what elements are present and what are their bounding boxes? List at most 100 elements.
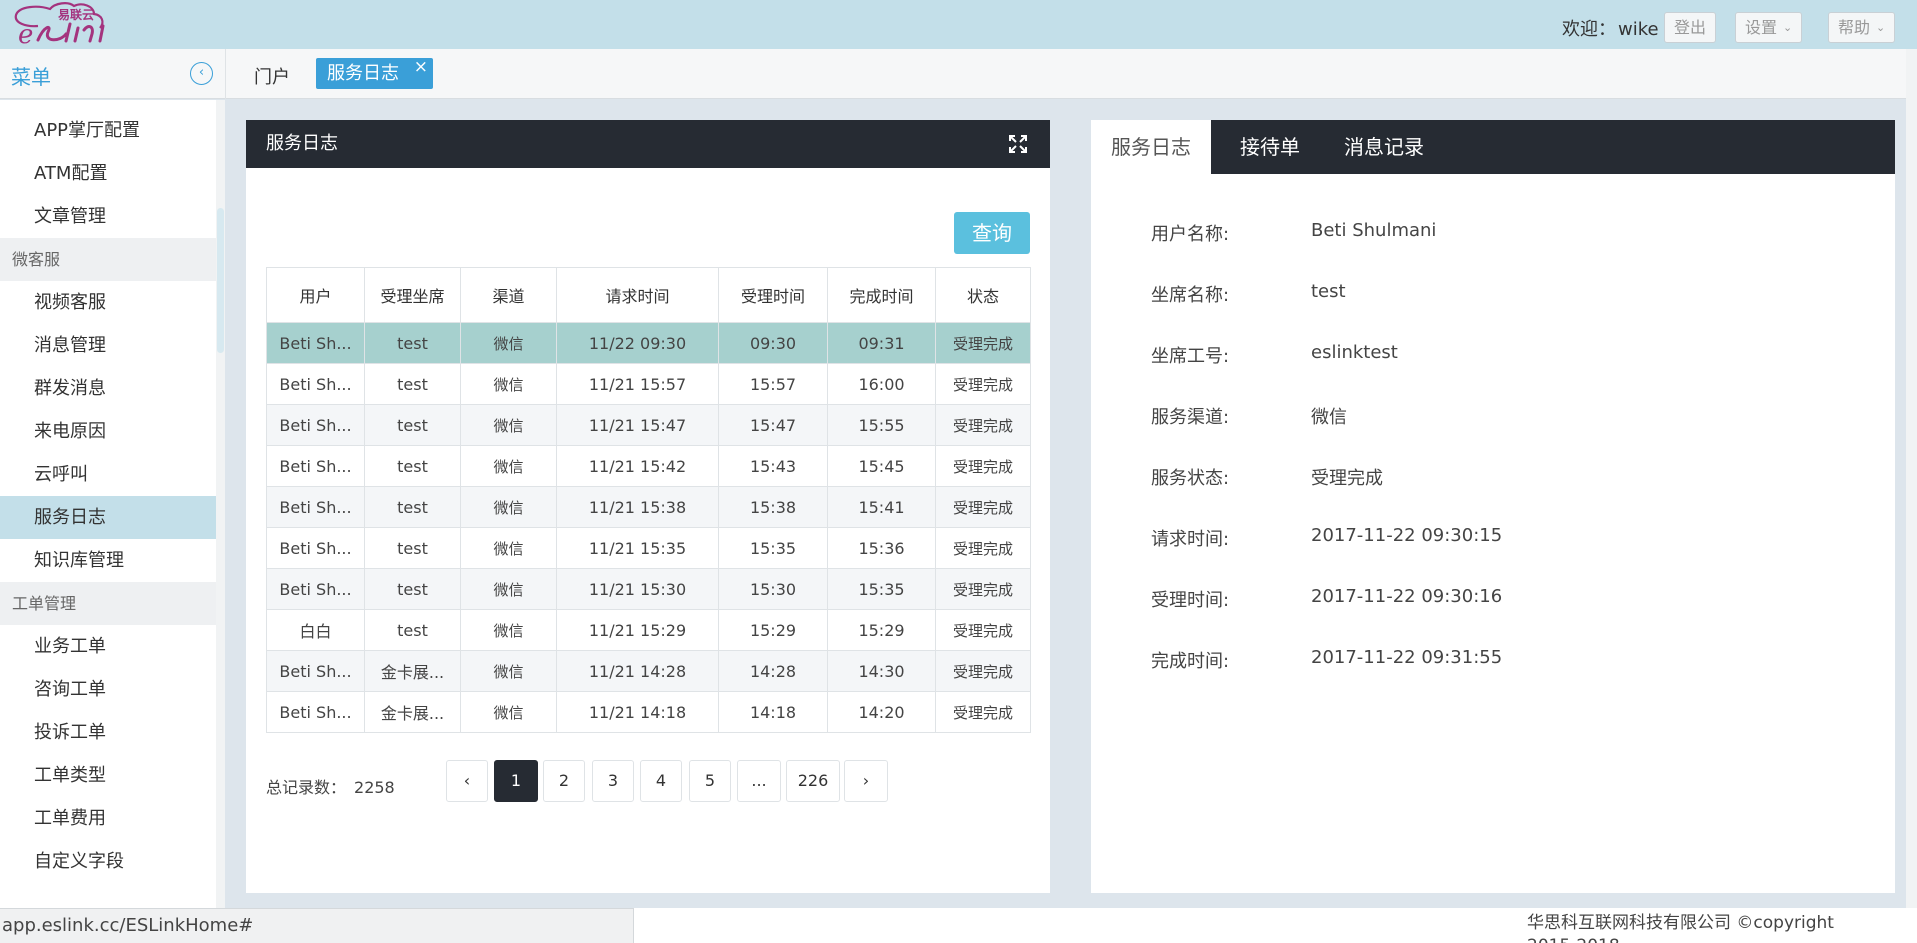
table-row[interactable]: Beti Sh... test 微信 11/21 15:35 15:35 15:36 受理完… bbox=[266, 527, 1031, 569]
table-cell: 受理完成 bbox=[935, 609, 1031, 651]
table-cell: 11/21 15:38 bbox=[556, 486, 719, 528]
column-header: 受理坐席 bbox=[364, 267, 461, 323]
sidebar-item[interactable]: 来电原因 bbox=[0, 410, 216, 453]
sidebar-group-header[interactable]: 微客服 bbox=[0, 238, 216, 281]
query-button[interactable]: 查询 bbox=[954, 212, 1030, 254]
sidebar-item[interactable]: 视频客服 bbox=[0, 281, 216, 324]
table-cell: 15:57 bbox=[718, 363, 828, 405]
table-cell: 15:43 bbox=[718, 445, 828, 487]
tab-detail-service-log[interactable]: 服务日志 bbox=[1091, 120, 1211, 174]
sidebar-group-header[interactable]: 工单管理 bbox=[0, 582, 216, 625]
footer: 华思科互联网科技有限公司 ©copyright 2015-2018 bbox=[634, 908, 1917, 943]
status-bar-url: app.eslink.cc/ESLinkHome# bbox=[0, 908, 634, 943]
table-row[interactable]: Beti Sh... 金卡展... 微信 11/21 14:28 14:28 14:30 受… bbox=[266, 650, 1031, 692]
sidebar-item[interactable]: 云呼叫 bbox=[0, 453, 216, 496]
page-button[interactable]: 3 bbox=[592, 760, 634, 802]
page-button[interactable]: 226 bbox=[786, 760, 840, 802]
page-button[interactable]: ... bbox=[737, 760, 781, 802]
settings-dropdown[interactable]: 设置 ⌄ bbox=[1735, 12, 1803, 43]
help-dropdown[interactable]: 帮助 ⌄ bbox=[1828, 12, 1896, 43]
sidebar-item[interactable]: ATM配置 bbox=[0, 152, 216, 195]
table-cell: 受理完成 bbox=[935, 486, 1031, 528]
page-button[interactable]: 2 bbox=[543, 760, 585, 802]
table-cell: 受理完成 bbox=[935, 650, 1031, 692]
sidebar-item[interactable]: 业务工单 bbox=[0, 625, 216, 668]
service-log-panel: 服务日志 查询 用户 受理坐席 渠道 请求时间 受理时间 完成时间 状态 Beti Sh..… bbox=[246, 120, 1050, 893]
welcome-message: 欢迎： wike bbox=[1562, 15, 1659, 41]
table-cell: 09:31 bbox=[827, 322, 936, 364]
sidebar-item[interactable]: 文章管理 bbox=[0, 195, 216, 238]
total-records-count: 2258 bbox=[354, 778, 395, 797]
table-row[interactable]: Beti Sh... test 微信 11/21 15:42 15:43 15:45 受理完… bbox=[266, 445, 1031, 487]
table-cell: 15:38 bbox=[718, 486, 828, 528]
table-cell: test bbox=[364, 404, 461, 446]
logout-button[interactable]: 登出 bbox=[1664, 12, 1717, 43]
tab-service-log[interactable]: 服务日志 × bbox=[316, 57, 433, 89]
sidebar-item[interactable]: 咨询工单 bbox=[0, 668, 216, 711]
table-cell: 微信 bbox=[460, 609, 557, 651]
sidebar-item[interactable]: 自定义字段 bbox=[0, 840, 216, 883]
table-cell: 受理完成 bbox=[935, 322, 1031, 364]
next-page-button[interactable]: › bbox=[844, 760, 888, 802]
table-cell: Beti Sh... bbox=[266, 568, 365, 610]
table-row[interactable]: Beti Sh... 金卡展... 微信 11/21 14:18 14:18 14:20 受… bbox=[266, 691, 1031, 733]
detail-field-value: 受理完成 bbox=[1311, 468, 1383, 489]
prev-page-button[interactable]: ‹ bbox=[446, 760, 488, 802]
table-cell: 15:35 bbox=[827, 568, 936, 610]
close-icon[interactable]: × bbox=[414, 52, 428, 83]
page-button[interactable]: 4 bbox=[640, 760, 682, 802]
table-row[interactable]: Beti Sh... test 微信 11/21 15:38 15:38 15:41 受理完… bbox=[266, 486, 1031, 528]
top-bar: 易联云 e 欢迎： wike 登出 设置 ⌄ 帮助 ⌄ bbox=[0, 0, 1917, 49]
sidebar-item[interactable]: 服务日志 bbox=[0, 496, 216, 539]
table-row[interactable]: 白白 test 微信 11/21 15:29 15:29 15:29 受理完成 bbox=[266, 609, 1031, 651]
sidebar-item[interactable]: 投诉工单 bbox=[0, 711, 216, 754]
table-cell: 15:47 bbox=[718, 404, 828, 446]
sidebar-scrollbar-thumb[interactable] bbox=[217, 208, 224, 353]
collapse-sidebar-icon[interactable]: ‹ bbox=[190, 62, 213, 85]
table-cell: 15:29 bbox=[718, 609, 828, 651]
table-row[interactable]: Beti Sh... test 微信 11/22 09:30 09:30 09:31 受理完… bbox=[266, 322, 1031, 364]
sidebar-item[interactable]: 工单类型 bbox=[0, 754, 216, 797]
detail-panel: 服务日志 接待单 消息记录 用户名称: Beti Shulmani 坐席名称: tes… bbox=[1091, 120, 1895, 893]
sidebar-item[interactable]: 群发消息 bbox=[0, 367, 216, 410]
table-row[interactable]: Beti Sh... test 微信 11/21 15:47 15:47 15:55 受理完… bbox=[266, 404, 1031, 446]
table-cell: test bbox=[364, 322, 461, 364]
table-cell: Beti Sh... bbox=[266, 650, 365, 692]
table-cell: 15:35 bbox=[718, 527, 828, 569]
sidebar-item[interactable]: 消息管理 bbox=[0, 324, 216, 367]
detail-field-value: Beti Shulmani bbox=[1311, 220, 1437, 241]
sidebar-item[interactable]: 知识库管理 bbox=[0, 539, 216, 582]
menu-title: 菜单 bbox=[11, 65, 51, 89]
tab-detail-messages[interactable]: 消息记录 bbox=[1344, 120, 1424, 174]
sidebar-item[interactable]: APP掌厅配置 bbox=[0, 109, 216, 152]
detail-field-label: 请求时间: bbox=[1151, 529, 1230, 550]
detail-field-value: 2017-11-22 09:31:55 bbox=[1311, 647, 1503, 668]
tab-detail-reception[interactable]: 接待单 bbox=[1240, 120, 1300, 174]
service-log-panel-title: 服务日志 bbox=[266, 133, 338, 154]
detail-field-label: 坐席名称: bbox=[1151, 285, 1230, 306]
page-button[interactable]: 5 bbox=[689, 760, 731, 802]
table-row[interactable]: Beti Sh... test 微信 11/21 15:57 15:57 16:00 受理完… bbox=[266, 363, 1031, 405]
tab-home[interactable]: 门户 bbox=[254, 63, 290, 89]
table-cell: 16:00 bbox=[827, 363, 936, 405]
expand-icon[interactable] bbox=[1008, 134, 1028, 154]
detail-field-label: 用户名称: bbox=[1151, 224, 1230, 245]
table-cell: test bbox=[364, 609, 461, 651]
total-records-label: 总记录数： bbox=[266, 778, 347, 797]
svg-text:易联云: 易联云 bbox=[58, 8, 94, 22]
table-cell: 微信 bbox=[460, 322, 557, 364]
detail-field-label: 完成时间: bbox=[1151, 651, 1230, 672]
sidebar-item[interactable]: 工单费用 bbox=[0, 797, 216, 840]
table-row[interactable]: Beti Sh... test 微信 11/21 15:30 15:30 15:35 受理完… bbox=[266, 568, 1031, 610]
page-scrollbar[interactable] bbox=[1906, 49, 1917, 908]
detail-field-label: 坐席工号: bbox=[1151, 346, 1230, 367]
total-records: 总记录数： 2258 bbox=[266, 774, 395, 798]
table-cell: 14:18 bbox=[718, 691, 828, 733]
column-header: 渠道 bbox=[460, 267, 557, 323]
table-cell: 11/21 14:28 bbox=[556, 650, 719, 692]
table-cell: 11/21 15:42 bbox=[556, 445, 719, 487]
table-cell: 15:45 bbox=[827, 445, 936, 487]
page-button[interactable]: 1 bbox=[494, 760, 538, 802]
table-cell: 微信 bbox=[460, 445, 557, 487]
table-cell: 金卡展... bbox=[364, 691, 461, 733]
